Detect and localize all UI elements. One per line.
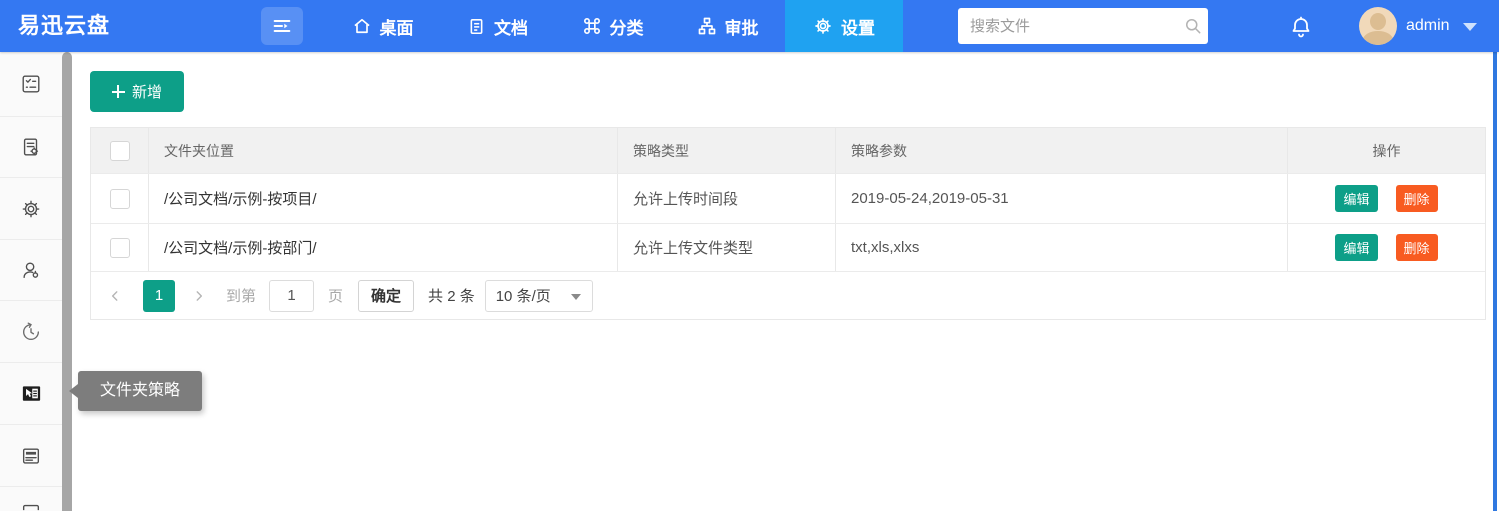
page-size-select[interactable]: 10 条/页: [485, 280, 593, 312]
sidebar-collapse-button[interactable]: [261, 7, 303, 45]
partial-bottom-icon: [20, 501, 42, 511]
history-icon: [20, 321, 42, 343]
checklist-icon: [20, 73, 42, 95]
plus-icon: [112, 85, 125, 98]
select-caret-icon: [571, 294, 581, 300]
next-page-chevron-icon[interactable]: [189, 280, 209, 312]
edit-button[interactable]: 编辑: [1335, 185, 1377, 212]
avatar-head: [1370, 13, 1386, 30]
pagination-bar: 1 到第 页 确定 共 2 条 10 条/页: [91, 271, 1485, 319]
folder-policy-icon: [20, 382, 43, 405]
gear-icon: [813, 16, 833, 36]
cell-params: 2019-05-24,2019-05-31: [836, 174, 1288, 223]
add-button[interactable]: 新增: [90, 71, 184, 112]
row-checkbox[interactable]: [110, 189, 130, 209]
document-icon: [467, 17, 486, 36]
cell-actions: 编辑 删除: [1288, 174, 1485, 223]
user-permission-icon: [20, 259, 42, 281]
username-label[interactable]: admin: [1406, 0, 1450, 52]
cell-params: txt,xls,xlxs: [836, 224, 1288, 271]
current-page-button[interactable]: 1: [143, 280, 175, 312]
nav-item-approval[interactable]: 审批: [670, 0, 785, 52]
sidebar-item-window-card[interactable]: [0, 425, 62, 487]
nav-item-settings[interactable]: 设置: [785, 0, 903, 52]
policy-table: 文件夹位置 策略类型 策略参数 操作 /公司文档/示例-按项目/ 允许上传时间段…: [90, 127, 1486, 320]
page-scrollbar[interactable]: [1493, 52, 1497, 511]
nav-label: 审批: [725, 14, 759, 39]
select-all-checkbox[interactable]: [110, 141, 130, 161]
doc-settings-icon: [20, 136, 42, 158]
sidebar-item-history[interactable]: [0, 301, 62, 363]
cell-folder: /公司文档/示例-按部门/: [149, 224, 618, 271]
user-dropdown-caret-icon[interactable]: [1463, 23, 1477, 31]
confirm-button[interactable]: 确定: [358, 280, 414, 312]
main-nav: 桌面 文档 分类: [325, 0, 903, 52]
row-checkbox[interactable]: [110, 238, 130, 258]
goto-page-input[interactable]: [269, 280, 314, 312]
goto-page-label: 到第: [226, 285, 256, 306]
folder-policy-tooltip: 文件夹策略: [78, 371, 202, 411]
nav-label: 文档: [494, 14, 528, 39]
column-header-params: 策略参数: [836, 128, 1288, 173]
add-button-label: 新增: [132, 81, 162, 102]
cell-actions: 编辑 删除: [1288, 224, 1485, 271]
nav-label: 桌面: [380, 14, 414, 39]
notification-bell-icon[interactable]: [1286, 12, 1316, 42]
menu-fold-icon: [271, 15, 293, 37]
table-row: /公司文档/示例-按项目/ 允许上传时间段 2019-05-24,2019-05…: [91, 173, 1485, 223]
search-input[interactable]: [958, 18, 1178, 35]
delete-button[interactable]: 删除: [1396, 185, 1438, 212]
cell-type: 允许上传文件类型: [618, 224, 836, 271]
nav-item-desktop[interactable]: 桌面: [325, 0, 440, 52]
header-checkbox-cell: [91, 128, 149, 173]
approval-icon: [697, 16, 717, 36]
window-card-icon: [20, 445, 42, 467]
page-unit-label: 页: [328, 285, 343, 306]
search-box: [958, 8, 1208, 44]
topbar: 易迅云盘 桌面: [0, 0, 1499, 52]
sidebar-scrollbar[interactable]: [62, 52, 72, 511]
column-header-actions: 操作: [1288, 128, 1485, 173]
category-icon: [582, 16, 602, 36]
edit-button[interactable]: 编辑: [1335, 234, 1377, 261]
column-header-folder: 文件夹位置: [149, 128, 618, 173]
gear-icon: [20, 198, 42, 220]
cell-type: 允许上传时间段: [618, 174, 836, 223]
sidebar-item-doc-settings[interactable]: [0, 117, 62, 178]
column-header-type: 策略类型: [618, 128, 836, 173]
delete-button[interactable]: 删除: [1396, 234, 1438, 261]
sidebar-item-partial[interactable]: [0, 487, 62, 511]
table-row: /公司文档/示例-按部门/ 允许上传文件类型 txt,xls,xlxs 编辑 删…: [91, 223, 1485, 271]
table-header-row: 文件夹位置 策略类型 策略参数 操作: [91, 128, 1485, 173]
nav-item-categories[interactable]: 分类: [555, 0, 670, 52]
avatar-body: [1363, 31, 1393, 45]
sidebar-item-folder-policy[interactable]: [0, 363, 62, 425]
cell-folder: /公司文档/示例-按项目/: [149, 174, 618, 223]
user-avatar[interactable]: [1359, 7, 1397, 45]
sidebar-item-settings[interactable]: [0, 178, 62, 240]
page-size-value: 10 条/页: [496, 285, 551, 306]
prev-page-chevron-icon[interactable]: [105, 280, 125, 312]
home-icon: [352, 16, 372, 36]
nav-item-documents[interactable]: 文档: [440, 0, 555, 52]
sidebar-item-tasks[interactable]: [0, 52, 62, 117]
nav-label: 设置: [841, 14, 875, 39]
search-icon[interactable]: [1178, 16, 1208, 36]
row-checkbox-cell: [91, 174, 149, 223]
nav-label: 分类: [610, 14, 644, 39]
tooltip-text: 文件夹策略: [100, 382, 180, 399]
sidebar-item-user-permission[interactable]: [0, 240, 62, 301]
total-count-label: 共 2 条: [428, 285, 475, 306]
row-checkbox-cell: [91, 224, 149, 271]
sidebar: [0, 52, 62, 511]
app-logo: 易迅云盘: [18, 0, 110, 52]
